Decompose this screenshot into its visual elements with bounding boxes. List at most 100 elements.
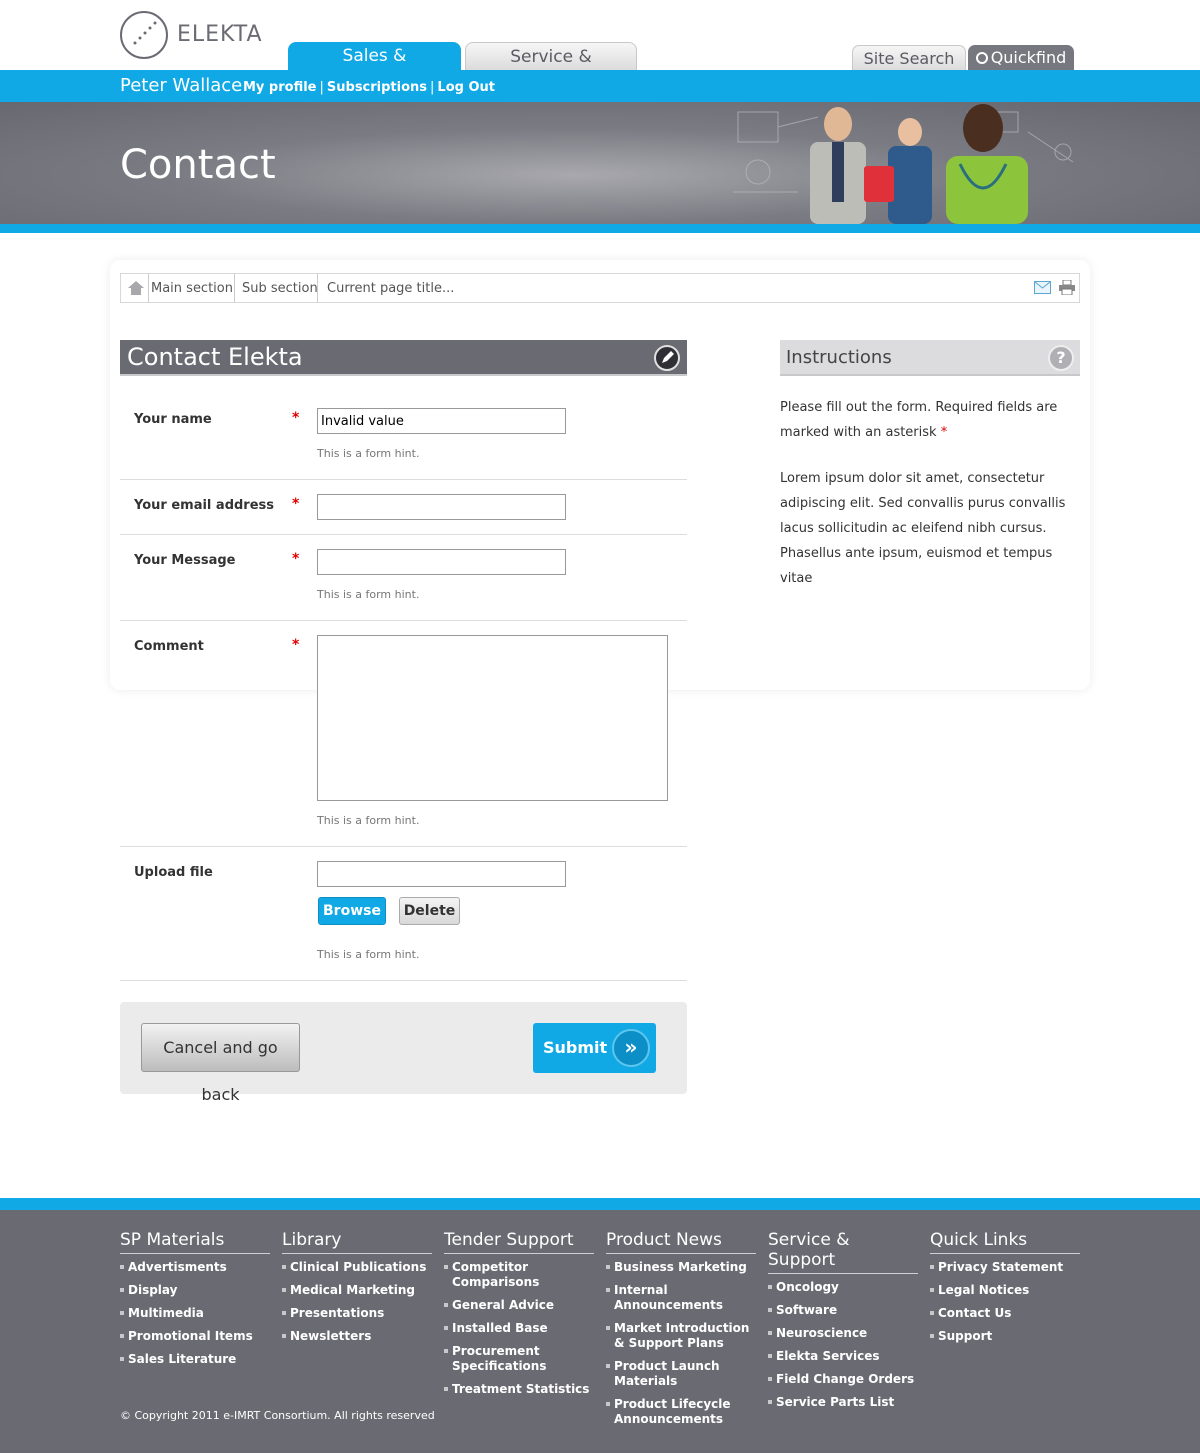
footer-link[interactable]: Medical Marketing <box>282 1283 432 1298</box>
footer-link[interactable]: Privacy Statement <box>930 1260 1080 1275</box>
message-input[interactable] <box>317 549 566 575</box>
footer-link[interactable]: Legal Notices <box>930 1283 1080 1298</box>
footer-column-sp-materials: SP Materials Advertisments Display Multi… <box>120 1230 270 1375</box>
footer-link[interactable]: Sales Literature <box>120 1352 270 1367</box>
form-title: Contact Elekta <box>127 343 303 371</box>
form-hint: This is a form hint. <box>317 447 420 460</box>
footer-column-title: Product News <box>606 1230 756 1254</box>
footer-link[interactable]: Promotional Items <box>120 1329 270 1344</box>
print-icon[interactable] <box>1059 279 1075 296</box>
footer-link[interactable]: Clinical Publications <box>282 1260 432 1275</box>
footer-link[interactable]: Neuroscience <box>768 1326 918 1341</box>
site-header: ELEKTA Sales & Marketing Service & Suppo… <box>0 0 1200 95</box>
footer-column-title: Quick Links <box>930 1230 1080 1254</box>
breadcrumb-item-sub-section[interactable]: Sub section <box>242 281 318 296</box>
comment-textarea[interactable] <box>317 635 668 801</box>
page-title: Contact <box>120 142 276 188</box>
site-search-tab[interactable]: Site Search <box>852 45 966 70</box>
form-hint: This is a form hint. <box>317 814 420 827</box>
help-icon[interactable]: ? <box>1048 345 1074 371</box>
required-asterisk: * <box>292 496 300 512</box>
form-hint: This is a form hint. <box>317 588 420 601</box>
delete-button[interactable]: Delete <box>399 897 460 925</box>
cancel-button[interactable]: Cancel and go back <box>141 1023 300 1104</box>
breadcrumb-separator <box>141 274 149 302</box>
footer-link[interactable]: Support <box>930 1329 1080 1344</box>
footer-link[interactable]: Elekta Services <box>768 1349 918 1364</box>
upload-file-input[interactable] <box>317 861 566 887</box>
footer-link[interactable]: Treatment Statistics <box>444 1382 594 1397</box>
footer-link[interactable]: Multimedia <box>120 1306 270 1321</box>
footer-accent-bar <box>0 1198 1200 1210</box>
footer-link[interactable]: Presentations <box>282 1306 432 1321</box>
my-profile-link[interactable]: My profile <box>243 80 317 95</box>
footer-link[interactable]: Oncology <box>768 1280 918 1295</box>
form-divider <box>120 620 687 621</box>
footer-link[interactable]: Procurement Specifications <box>444 1344 594 1374</box>
email-label: Your email address <box>134 498 275 513</box>
footer-column-title: SP Materials <box>120 1230 270 1254</box>
footer-link[interactable]: Product Launch Materials <box>606 1359 756 1389</box>
footer-link[interactable]: Service Parts List <box>768 1395 918 1410</box>
footer-column-title: Library <box>282 1230 432 1254</box>
form-divider <box>120 479 687 480</box>
email-input[interactable] <box>317 494 566 520</box>
footer-link[interactable]: Internal Announcements <box>606 1283 756 1313</box>
submit-label: Submit <box>543 1038 608 1057</box>
footer-column-title: Tender Support <box>444 1230 594 1254</box>
footer-column-title: Service & Support <box>768 1230 918 1274</box>
footer-link[interactable]: Contact Us <box>930 1306 1080 1321</box>
browse-button[interactable]: Browse <box>318 897 386 925</box>
message-label: Your Message <box>134 553 236 568</box>
logo-circle-icon <box>120 11 168 59</box>
breadcrumb-item-current: Current page title... <box>327 281 455 296</box>
footer-link[interactable]: Field Change Orders <box>768 1372 918 1387</box>
quickfind-label: Quickfind <box>990 48 1067 67</box>
instructions-intro: Please fill out the form. Required field… <box>780 400 1058 440</box>
form-divider <box>120 980 687 981</box>
breadcrumb-separator <box>227 274 235 302</box>
required-asterisk: * <box>940 425 948 440</box>
required-asterisk: * <box>292 551 300 567</box>
user-name: Peter Wallace <box>120 75 243 96</box>
footer-link[interactable]: Installed Base <box>444 1321 594 1336</box>
breadcrumb-item-main-section[interactable]: Main section <box>151 281 233 296</box>
tab-sales-marketing[interactable]: Sales & Marketing <box>288 42 461 94</box>
form-actions: Cancel and go back Submit » <box>120 1002 687 1104</box>
footer-link[interactable]: Business Marketing <box>606 1260 756 1275</box>
quickfind-tab[interactable]: Quickfind <box>968 45 1074 70</box>
subscriptions-link[interactable]: Subscriptions <box>327 80 427 95</box>
elekta-logo[interactable]: ELEKTA <box>120 11 263 61</box>
name-input[interactable] <box>317 408 566 434</box>
footer-link[interactable]: Market Introduction & Support Plans <box>606 1321 756 1351</box>
logout-link[interactable]: Log Out <box>437 80 495 95</box>
edit-icon[interactable] <box>654 345 680 371</box>
footer-column-quick-links: Quick Links Privacy Statement Legal Noti… <box>930 1230 1080 1352</box>
copyright-text: © Copyright 2011 e-IMRT Consortium. All … <box>120 1409 435 1422</box>
footer-link[interactable]: Advertisments <box>120 1260 270 1275</box>
footer-link[interactable]: Product Lifecycle Announcements <box>606 1397 756 1427</box>
instructions-title: Instructions <box>786 347 892 368</box>
footer-column-service-support: Service & Support Oncology Software Neur… <box>768 1230 918 1418</box>
banner-accent-bar <box>0 224 1200 233</box>
form-divider <box>120 846 687 847</box>
footer-link[interactable]: General Advice <box>444 1298 594 1313</box>
user-bar: Peter Wallace My profile | Subscriptions | L… <box>0 70 1200 102</box>
upload-label: Upload file <box>134 865 213 880</box>
logo-text: ELEKTA <box>177 22 263 47</box>
email-icon[interactable] <box>1034 281 1051 294</box>
form-header: Contact Elekta <box>120 340 687 376</box>
footer-link[interactable]: Competitor Comparisons <box>444 1260 594 1290</box>
tab-service-support[interactable]: Service & Support <box>465 42 637 95</box>
form-hint: This is a form hint. <box>317 948 420 961</box>
footer-link[interactable]: Display <box>120 1283 270 1298</box>
comment-label: Comment <box>134 639 204 654</box>
footer-column-library: Library Clinical Publications Medical Ma… <box>282 1230 432 1352</box>
submit-button[interactable]: Submit » <box>533 1023 656 1073</box>
instructions-text: Please fill out the form. Required field… <box>780 395 1080 445</box>
footer-link[interactable]: Software <box>768 1303 918 1318</box>
banner-people-image <box>728 102 1080 224</box>
footer-link[interactable]: Newsletters <box>282 1329 432 1344</box>
page-banner: Contact <box>0 102 1200 224</box>
instructions-lorem: Lorem ipsum dolor sit amet, consectetur … <box>780 471 1066 586</box>
